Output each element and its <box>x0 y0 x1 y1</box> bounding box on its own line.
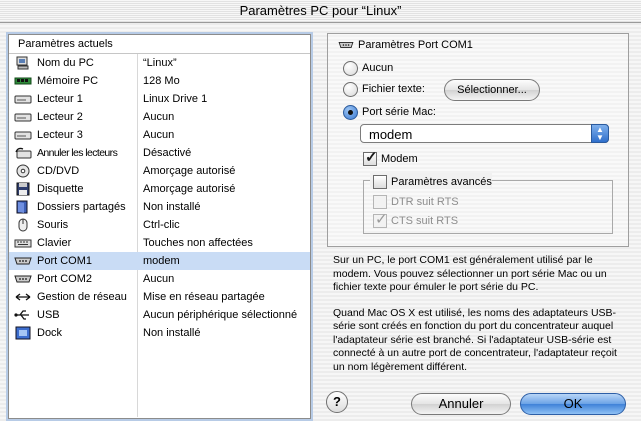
row-value: Non installé <box>143 201 201 213</box>
row-value: Touches non affectées <box>143 237 253 249</box>
row-value: 128 Mo <box>143 75 180 87</box>
row-label: Port COM2 <box>37 273 93 285</box>
row-value: Désactivé <box>143 147 192 159</box>
radio-none[interactable] <box>343 61 358 76</box>
serial-port-icon <box>338 42 354 48</box>
memory-icon <box>14 77 32 85</box>
row-label: Lecteur 2 <box>37 111 83 123</box>
list-row-cd-dvd[interactable]: CD/DVD Amorçage autorisé <box>9 162 310 180</box>
list-row-shared-folders[interactable]: Dossiers partagés Non installé <box>9 198 310 216</box>
radio-none-label: Aucun <box>362 62 394 74</box>
cts-follows-rts-label: CTS suit RTS <box>391 215 459 227</box>
cts-follows-rts-checkbox: ✓ <box>373 211 388 228</box>
group-title: Paramètres Port COM1 <box>338 38 473 52</box>
advanced-settings-label: Paramètres avancés <box>391 176 492 188</box>
list-row-usb[interactable]: USB Aucun périphérique sélectionné <box>9 306 310 324</box>
row-value: Non installé <box>143 327 201 339</box>
list-row-com1[interactable]: Port COM1 modem <box>9 252 310 270</box>
row-label: Disquette <box>37 183 84 195</box>
row-label: Mémoire PC <box>37 75 99 87</box>
drive-icon <box>14 131 32 140</box>
drive-icon <box>14 95 32 104</box>
serial-port-icon <box>14 275 32 283</box>
row-label: Gestion de réseau <box>37 291 127 303</box>
radio-mac-serial-label: Port série Mac: <box>362 106 436 118</box>
keyboard-icon <box>14 239 32 248</box>
checkmark-icon: ✓ <box>365 149 378 166</box>
cancel-button[interactable]: Annuler <box>411 393 511 415</box>
cd-icon <box>16 164 30 178</box>
row-value: Amorçage autorisé <box>143 183 236 195</box>
help-button[interactable]: ? <box>326 391 348 413</box>
list-row-mouse[interactable]: Souris Ctrl-clic <box>9 216 310 234</box>
settings-rows: Nom du PC “Linux” Mémoire PC 128 Mo Lect… <box>9 54 310 342</box>
usb-icon <box>14 310 29 320</box>
dtr-follows-rts-label: DTR suit RTS <box>391 196 459 208</box>
row-label: USB <box>37 309 60 321</box>
list-row-memory[interactable]: Mémoire PC 128 Mo <box>9 72 310 90</box>
modem-checkbox[interactable]: ✓ <box>363 149 378 166</box>
list-header: Paramètres actuels <box>9 35 310 54</box>
serial-port-select[interactable]: modem ▲ ▼ <box>360 124 609 143</box>
row-label: Lecteur 3 <box>37 129 83 141</box>
row-value: Aucun périphérique sélectionné <box>143 309 298 321</box>
select-file-button[interactable]: Sélectionner... <box>444 79 540 101</box>
radio-text-file-label: Fichier texte: <box>362 83 425 95</box>
row-value: Linux Drive 1 <box>143 93 208 105</box>
shared-folder-icon <box>16 200 28 214</box>
list-row-drive-1[interactable]: Lecteur 1 Linux Drive 1 <box>9 90 310 108</box>
floppy-icon <box>16 182 30 196</box>
drive-icon <box>14 113 32 122</box>
row-value: Mise en réseau partagée <box>143 291 265 303</box>
row-label: Dossiers partagés <box>37 201 126 213</box>
settings-list: Paramètres actuels Nom du PC “Linux” Mém… <box>8 34 311 419</box>
row-label: Lecteur 1 <box>37 93 83 105</box>
row-label: CD/DVD <box>37 165 80 177</box>
modem-checkbox-label: Modem <box>381 153 418 165</box>
row-value: Amorçage autorisé <box>143 165 236 177</box>
window-title: Paramètres PC pour “Linux” <box>0 0 641 23</box>
list-row-drive-2[interactable]: Lecteur 2 Aucun <box>9 108 310 126</box>
pc-icon <box>16 56 29 70</box>
row-value: Aucun <box>143 111 175 123</box>
updown-arrows-icon: ▲ ▼ <box>591 124 609 143</box>
list-row-undo-drives[interactable]: Annuler les lecteurs Désactivé <box>9 144 310 162</box>
checkmark-icon: ✓ <box>375 211 388 228</box>
radio-text-file[interactable] <box>343 82 358 97</box>
row-label: Souris <box>37 219 69 231</box>
network-icon <box>15 293 31 301</box>
advanced-settings-checkbox[interactable] <box>373 175 387 189</box>
serial-port-icon <box>14 257 32 265</box>
dock-icon <box>15 326 31 340</box>
row-value: modem <box>143 255 180 267</box>
help-paragraph-1: Sur un PC, le port COM1 est généralement… <box>333 254 607 293</box>
row-label: Clavier <box>37 237 72 249</box>
list-row-network[interactable]: Gestion de réseau Mise en réseau partagé… <box>9 288 310 306</box>
radio-mac-serial-port[interactable] <box>343 105 358 120</box>
row-label: Nom du PC <box>37 57 94 69</box>
ok-button[interactable]: OK <box>520 393 626 415</box>
row-label: Dock <box>37 327 63 339</box>
row-value: Aucun <box>143 129 175 141</box>
row-value: “Linux” <box>143 57 177 69</box>
list-row-com2[interactable]: Port COM2 Aucun <box>9 270 310 288</box>
help-text: Sur un PC, le port COM1 est généralement… <box>333 254 625 386</box>
row-label: Annuler les lecteurs <box>37 147 118 159</box>
row-value: Aucun <box>143 273 175 285</box>
list-row-keyboard[interactable]: Clavier Touches non affectées <box>9 234 310 252</box>
serial-port-select-value: modem <box>369 127 413 142</box>
help-paragraph-2: Quand Mac OS X est utilisé, les noms des… <box>333 306 617 373</box>
row-label: Port COM1 <box>37 255 93 267</box>
dtr-follows-rts-checkbox <box>373 195 387 209</box>
list-row-drive-3[interactable]: Lecteur 3 Aucun <box>9 126 310 144</box>
list-row-pc-name[interactable]: Nom du PC “Linux” <box>9 54 310 72</box>
list-row-dock[interactable]: Dock Non installé <box>9 324 310 342</box>
row-value: Ctrl-clic <box>143 219 180 231</box>
undo-drives-icon <box>15 147 32 159</box>
group-title-label: Paramètres Port COM1 <box>358 39 473 51</box>
mouse-icon <box>18 218 28 232</box>
list-row-floppy[interactable]: Disquette Amorçage autorisé <box>9 180 310 198</box>
